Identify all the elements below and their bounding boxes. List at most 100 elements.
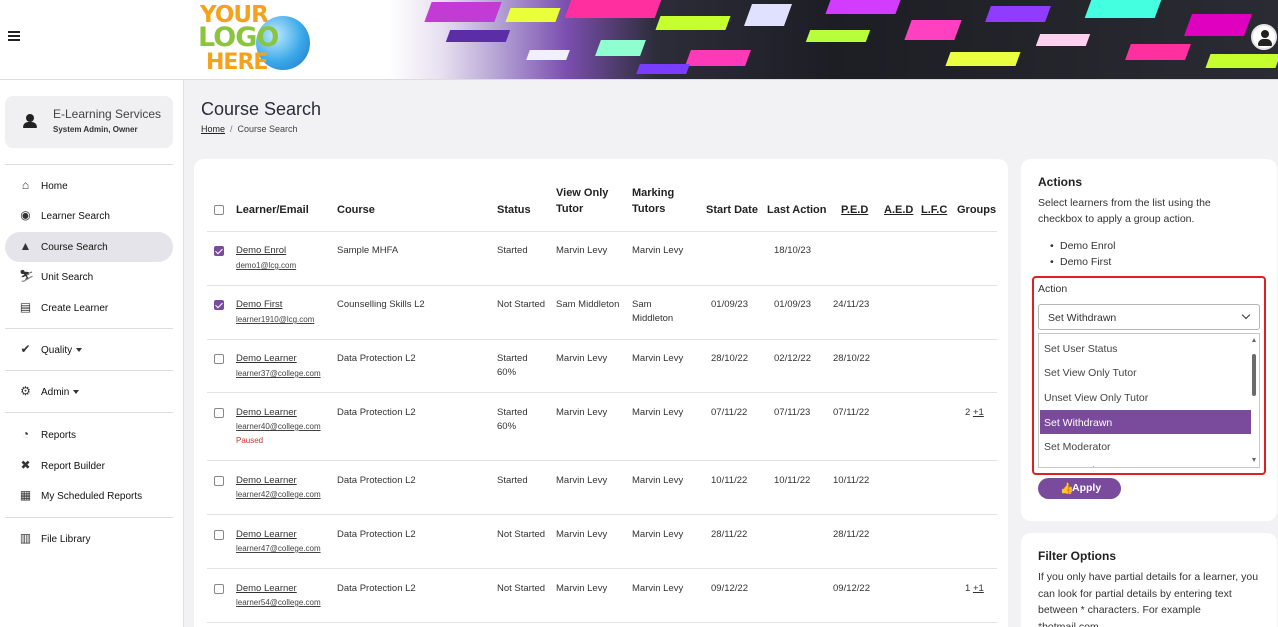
tools-icon: ✖ <box>20 458 31 472</box>
top-header: YOUR LOGO HERE <box>0 0 1278 80</box>
action-select[interactable]: Set Withdrawn <box>1038 304 1260 330</box>
sidebar-item-learner-search[interactable]: ◉ Learner Search <box>5 201 173 231</box>
course-cell: Data Protection L2 <box>337 475 416 486</box>
column-header-learner[interactable]: Learner/Email <box>236 202 309 218</box>
marking-line: Middleton <box>632 313 674 324</box>
learner-email-link[interactable]: learner1910@lcg.com <box>236 315 314 324</box>
breadcrumb-home-link[interactable]: Home <box>201 124 225 134</box>
logo[interactable]: YOUR LOGO HERE <box>196 2 316 78</box>
sidebar-item-my-scheduled-reports[interactable]: ▦ My Scheduled Reports <box>5 481 173 511</box>
column-header-status[interactable]: Status <box>497 202 531 218</box>
skiing-icon: ⛷ <box>19 269 35 283</box>
groups-count: 1 <box>965 583 971 594</box>
breadcrumb-separator: / <box>230 124 233 134</box>
last-action-cell: 01/09/23 <box>774 299 811 310</box>
column-header-groups[interactable]: Groups <box>957 202 996 218</box>
row-checkbox[interactable] <box>214 408 224 418</box>
option-set-view-only-tutor[interactable]: Set View Only Tutor <box>1040 360 1251 384</box>
row-checkbox[interactable] <box>214 584 224 594</box>
scroll-down-arrow-icon[interactable] <box>1252 458 1256 462</box>
sidebar-item-create-learner[interactable]: ▤ Create Learner <box>5 293 173 323</box>
view-tutor-cell: Marvin Levy <box>556 407 608 418</box>
select-all-checkbox[interactable] <box>214 205 224 215</box>
row-checkbox[interactable] <box>214 476 224 486</box>
row-checkbox[interactable] <box>214 530 224 540</box>
column-header-view-only-tutor[interactable]: View Only Tutor <box>556 185 608 217</box>
groups-cell: 1 +1 <box>965 582 984 596</box>
option-set-moderator[interactable]: Set Moderator <box>1040 434 1251 458</box>
learner-name-link[interactable]: Demo Learner <box>236 583 297 594</box>
learner-name-link[interactable]: Demo Learner <box>236 529 297 540</box>
learner-name-link[interactable]: Demo Enrol <box>236 245 286 256</box>
header-line: Tutors <box>632 203 666 215</box>
groups-cell: 2 +1 <box>965 406 984 420</box>
hamburger-icon[interactable] <box>8 31 20 41</box>
column-header-course[interactable]: Course <box>337 202 375 218</box>
marking-line: Sam <box>632 299 652 310</box>
option-unset-view-only-tutor[interactable]: Unset View Only Tutor <box>1040 385 1251 409</box>
learner-name-link[interactable]: Demo Learner <box>236 475 297 486</box>
column-header-marking-tutors[interactable]: Marking Tutors <box>632 185 674 217</box>
scroll-up-arrow-icon[interactable] <box>1252 338 1256 342</box>
ped-cell: 28/10/22 <box>833 353 870 364</box>
sidebar-item-report-builder[interactable]: ✖ Report Builder <box>5 451 173 481</box>
column-header-aed[interactable]: A.E.D <box>884 202 913 218</box>
learner-name-link[interactable]: Demo Learner <box>236 353 297 364</box>
logo-line-3: HERE <box>206 50 268 75</box>
user-circle-icon: ◉ <box>20 208 31 222</box>
clipboard-icon: ▤ <box>19 300 32 314</box>
learner-email-link[interactable]: learner42@college.com <box>236 490 321 499</box>
actions-title: Actions <box>1038 175 1083 189</box>
sidebar-item-label: Course Search <box>41 242 108 253</box>
column-header-last-action[interactable]: Last Action <box>767 202 827 218</box>
logo-line-2: LOGO <box>198 22 279 53</box>
user-icon <box>23 114 37 128</box>
learner-name-link[interactable]: Demo First <box>236 299 282 310</box>
sidebar-item-admin[interactable]: ⚙ Admin <box>5 377 173 407</box>
course-cell: Data Protection L2 <box>337 529 416 540</box>
learner-email-link[interactable]: demo1@lcg.com <box>236 261 296 270</box>
learner-email-link[interactable]: learner54@college.com <box>236 598 321 607</box>
action-dropdown-list[interactable]: Set User Status Set View Only Tutor Unse… <box>1038 333 1260 468</box>
learner-name-link[interactable]: Demo Learner <box>236 407 297 418</box>
row-checkbox[interactable] <box>214 354 224 364</box>
learner-email-link[interactable]: learner37@college.com <box>236 369 321 378</box>
column-header-lfc[interactable]: L.F.C <box>921 202 947 218</box>
selected-learner: Demo Enrol <box>1050 238 1116 254</box>
option-set-withdrawn[interactable]: Set Withdrawn <box>1040 410 1251 434</box>
sidebar-item-label: Report Builder <box>41 461 105 472</box>
scrollbar-thumb[interactable] <box>1252 354 1256 396</box>
groups-more-link[interactable]: +1 <box>973 583 984 594</box>
option-unset-moderator[interactable]: Unset Moderator <box>1040 458 1251 467</box>
row-divider <box>207 285 997 286</box>
row-checkbox[interactable] <box>214 300 224 310</box>
results-card <box>194 159 1008 627</box>
sidebar-item-quality[interactable]: ✔ Quality <box>5 335 173 365</box>
pie-chart-icon: ◔ <box>21 427 30 441</box>
divider <box>5 328 173 329</box>
groups-more-link[interactable]: +1 <box>973 407 984 418</box>
user-role: System Admin, Owner <box>53 125 138 134</box>
sidebar-item-reports[interactable]: ◔ Reports <box>5 420 173 450</box>
sidebar-item-unit-search[interactable]: ⛷ Unit Search <box>5 262 173 292</box>
user-card[interactable]: E-Learning Services System Admin, Owner <box>5 96 173 148</box>
sidebar-item-home[interactable]: ⌂ Home <box>5 171 173 201</box>
option-set-user-status[interactable]: Set User Status <box>1040 336 1251 360</box>
progress-text: 60% <box>497 421 517 432</box>
status-cell: Started <box>497 245 528 256</box>
check-circle-icon: ✔ <box>20 342 31 356</box>
column-header-ped[interactable]: P.E.D <box>841 202 868 218</box>
breadcrumb-current: Course Search <box>237 124 298 134</box>
row-checkbox[interactable] <box>214 246 224 256</box>
user-menu-icon[interactable] <box>1251 24 1277 50</box>
row-divider <box>207 339 997 340</box>
actions-description: Select learners from the list using the … <box>1038 197 1211 225</box>
dropdown-scrollbar[interactable] <box>1251 336 1257 466</box>
learner-email-link[interactable]: learner40@college.com <box>236 422 321 431</box>
sidebar-item-course-search[interactable]: ▲ Course Search <box>5 232 173 262</box>
column-header-start-date[interactable]: Start Date <box>706 202 758 218</box>
sidebar-item-file-library[interactable]: ▥ File Library <box>5 524 173 554</box>
sidebar-item-label: My Scheduled Reports <box>41 491 143 502</box>
apply-button[interactable]: 👍 Apply <box>1038 478 1121 499</box>
learner-email-link[interactable]: learner47@college.com <box>236 544 321 553</box>
